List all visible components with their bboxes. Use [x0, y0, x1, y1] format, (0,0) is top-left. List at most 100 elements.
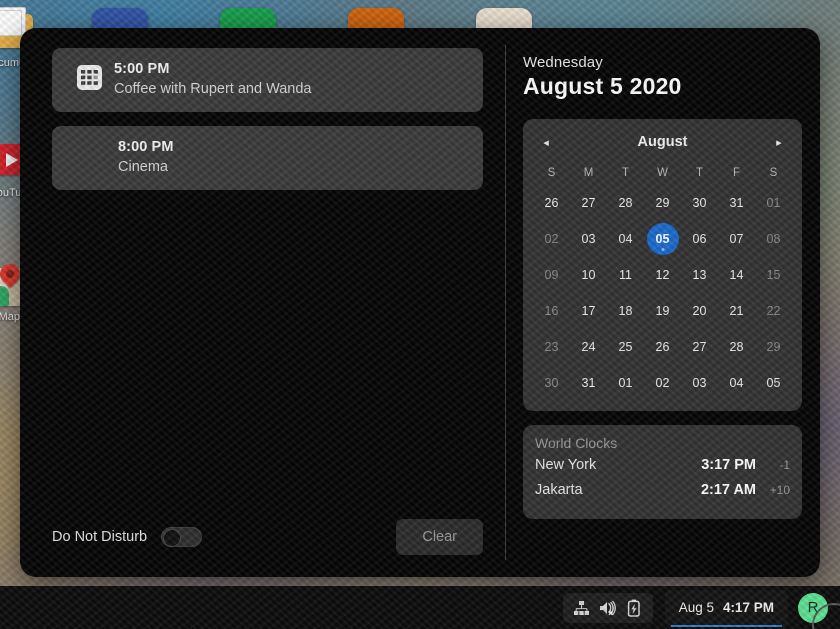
calendar-day-number: 18	[618, 304, 633, 318]
calendar-day-number: 04	[618, 232, 633, 246]
calendar-day[interactable]: 19	[644, 293, 681, 329]
calendar-day[interactable]: 11	[607, 257, 644, 293]
calendar-day[interactable]: 25	[607, 329, 644, 365]
calendar-day[interactable]: 01	[755, 185, 792, 221]
calendar-day-number: 17	[581, 304, 596, 318]
calendar-day-number: 15	[766, 268, 781, 282]
chevron-left-icon[interactable]: ◂	[533, 129, 559, 155]
calendar-day[interactable]: 30	[681, 185, 718, 221]
calendar-day-number: 03	[692, 376, 707, 390]
calendar-day-number: 11	[619, 268, 632, 282]
taskbar-clock-button[interactable]: Aug 5 4:17 PM	[664, 589, 788, 627]
calendar-month-label: August	[637, 134, 688, 150]
calendar-day[interactable]: 16	[533, 293, 570, 329]
calendar-day[interactable]: 02	[533, 221, 570, 257]
calendar-weekday-header: S	[547, 167, 556, 179]
calendar-day[interactable]: 13	[681, 257, 718, 293]
calendar-day-number: 22	[766, 304, 781, 318]
calendar-day[interactable]: 30	[533, 365, 570, 401]
calendar-day-number: 30	[692, 196, 707, 210]
calendar-day[interactable]: 23	[533, 329, 570, 365]
calendar-day-number: 10	[581, 268, 596, 282]
system-tray[interactable]	[562, 592, 653, 623]
clock-city: New York	[535, 457, 597, 473]
notification-item[interactable]: 5:00 PM Coffee with Rupert and Wanda	[52, 48, 483, 112]
calendar-day-number: 31	[729, 196, 744, 210]
calendar-day[interactable]: 09	[533, 257, 570, 293]
calendar-day[interactable]: 24	[570, 329, 607, 365]
calendar-day[interactable]: 05	[755, 365, 792, 401]
calendar-day[interactable]: 29	[644, 185, 681, 221]
notification-list: 5:00 PM Coffee with Rupert and Wanda 8:0…	[20, 28, 505, 577]
calendar-day-number: 08	[766, 232, 781, 246]
notification-item[interactable]: 8:00 PM Cinema	[52, 126, 483, 190]
calendar-day[interactable]: 02	[644, 365, 681, 401]
calendar-day[interactable]: 10	[570, 257, 607, 293]
chevron-right-icon[interactable]: ▸	[766, 129, 792, 155]
notification-title: Cinema	[118, 159, 168, 175]
calendar-day[interactable]: 28	[607, 185, 644, 221]
calendar-day[interactable]: 20	[681, 293, 718, 329]
battery-charging-icon[interactable]	[622, 597, 646, 619]
calendar-day[interactable]: 04	[718, 365, 755, 401]
calendar-day-number: 26	[655, 340, 670, 354]
clock-time: 2:17 AM	[700, 482, 756, 498]
calendar-day[interactable]: 03	[570, 221, 607, 257]
calendar-day[interactable]: 31	[570, 365, 607, 401]
calendar-day[interactable]: 28	[718, 329, 755, 365]
wired-network-icon[interactable]	[570, 597, 594, 619]
calendar-day-number: 25	[618, 340, 633, 354]
notification-icon-wrap	[68, 139, 110, 143]
calendar-day[interactable]: 07	[718, 221, 755, 257]
calendar-day-number: 28	[729, 340, 744, 354]
calendar-day[interactable]: 18	[607, 293, 644, 329]
clock-offset: -1	[779, 458, 790, 472]
notification-icon-wrap	[68, 61, 110, 90]
calendar-day-number: 21	[729, 304, 744, 318]
calendar-day-number: 02	[655, 376, 670, 390]
calendar-day[interactable]: 21	[718, 293, 755, 329]
volume-muted-icon[interactable]	[596, 597, 620, 619]
calendar-day[interactable]: 01	[607, 365, 644, 401]
calendar-weekday-header: M	[583, 167, 594, 179]
calendar-day[interactable]: 12	[644, 257, 681, 293]
calendar-day-number: 05	[766, 376, 781, 390]
calendar-day[interactable]: 26	[533, 185, 570, 221]
calendar-weekday-header: F	[732, 167, 741, 179]
calendar-day-selected[interactable]: 05	[644, 221, 681, 257]
calendar-day[interactable]: 29	[755, 329, 792, 365]
calendar-day-number: 26	[544, 196, 559, 210]
calendar-day[interactable]: 08	[755, 221, 792, 257]
calendar-day[interactable]: 03	[681, 365, 718, 401]
calendar-week-row: 02 03 04 05 06 07 08	[533, 221, 792, 257]
weekday-label: Wednesday	[523, 54, 603, 71]
taskbar-date: Aug 5	[678, 599, 714, 615]
calendar-day-number: 29	[655, 196, 670, 210]
calendar-day[interactable]: 27	[681, 329, 718, 365]
calendar-day[interactable]: 17	[570, 293, 607, 329]
calendar-day[interactable]: 14	[718, 257, 755, 293]
calendar-day[interactable]: 27	[570, 185, 607, 221]
calendar-day[interactable]: 31	[718, 185, 755, 221]
toggle-knob	[163, 529, 182, 547]
calendar-day-number: 02	[544, 232, 559, 246]
calendar-day-number: 06	[692, 232, 707, 246]
calendar-day-number: 01	[618, 376, 633, 390]
calendar-day-number: 04	[729, 376, 744, 390]
clock-city: Jakarta	[535, 482, 583, 498]
clock-time: 3:17 PM	[701, 457, 756, 473]
calendar-day-number: 20	[692, 304, 707, 318]
calendar-day[interactable]: 15	[755, 257, 792, 293]
calendar-week-row: 16 17 18 19 20 21 22	[533, 293, 792, 329]
calendar-grid: S M T W T F S 26 27 28 29 30 31 01 02 03 04 05 06 07 08 09 10…	[533, 161, 792, 401]
calendar-day[interactable]: 22	[755, 293, 792, 329]
calendar-day[interactable]: 04	[607, 221, 644, 257]
calendar-day-number: 14	[729, 268, 744, 282]
do-not-disturb-toggle[interactable]	[161, 527, 203, 547]
date-panel: Wednesday August 5 2020 ◂ August ▸ S M T W T…	[505, 28, 820, 577]
clear-button[interactable]: Clear	[396, 519, 483, 555]
calendar-day[interactable]: 06	[681, 221, 718, 257]
clock-offset: +10	[769, 483, 790, 497]
calendar-day-number: 13	[692, 268, 707, 282]
calendar-day[interactable]: 26	[644, 329, 681, 365]
